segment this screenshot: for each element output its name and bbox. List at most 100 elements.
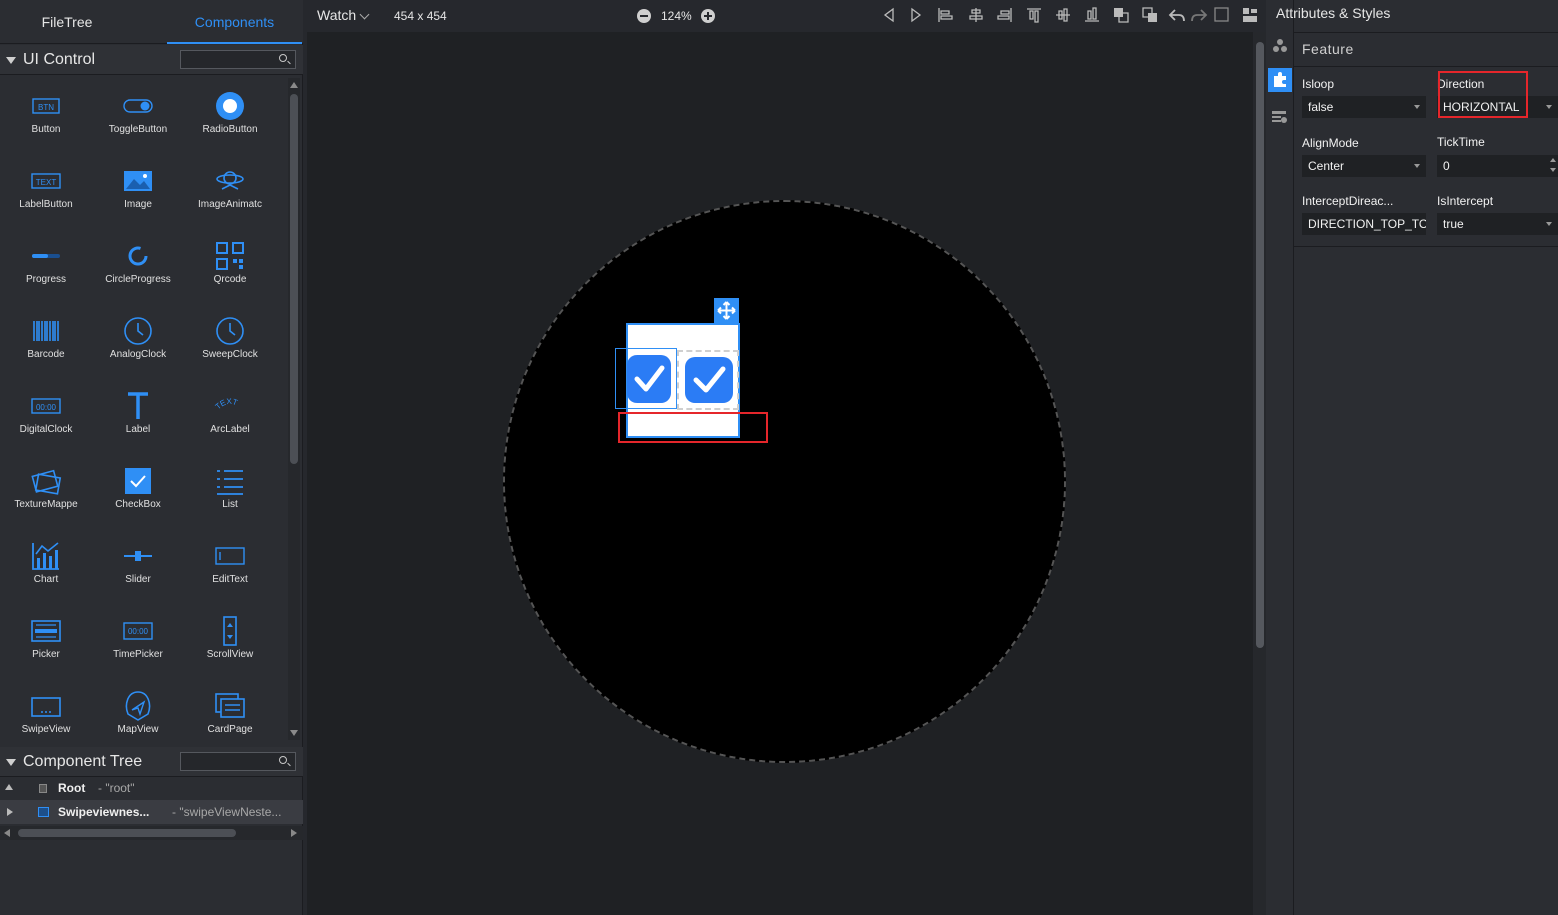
svg-text:00:00: 00:00 bbox=[128, 627, 149, 636]
image-animator-icon bbox=[216, 171, 244, 190]
undo-icon[interactable] bbox=[1168, 6, 1186, 24]
checkbox-icon[interactable] bbox=[625, 353, 673, 405]
palette-item-button[interactable]: BTN Button bbox=[0, 75, 92, 150]
palette-item-progress[interactable]: Progress bbox=[0, 225, 92, 300]
radio-icon bbox=[216, 92, 244, 120]
align-bottom-icon[interactable] bbox=[1083, 6, 1101, 24]
tree-row-root[interactable]: Root - "root" bbox=[0, 776, 303, 800]
palette-item-picker[interactable]: Picker bbox=[0, 600, 92, 675]
palette-item-barcode[interactable]: Barcode bbox=[0, 300, 92, 375]
palette-item-edittext[interactable]: EditText bbox=[184, 525, 276, 600]
palette-item-arclabel[interactable]: TEXT ArcLabel bbox=[184, 375, 276, 450]
scroll-thumb[interactable] bbox=[1256, 42, 1264, 648]
tab-filetree[interactable]: FileTree bbox=[0, 0, 134, 44]
palette-scrollbar[interactable] bbox=[288, 78, 300, 740]
divider bbox=[1294, 32, 1558, 33]
ui-control-search-input[interactable] bbox=[180, 50, 296, 69]
scroll-up-icon[interactable] bbox=[290, 82, 298, 88]
palette-item-radiobutton[interactable]: RadioButton bbox=[184, 75, 276, 150]
scroll-thumb[interactable] bbox=[18, 829, 236, 837]
checkbox-empty-icon[interactable] bbox=[1213, 6, 1231, 24]
send-back-icon[interactable] bbox=[1141, 6, 1159, 24]
scroll-left-icon[interactable] bbox=[4, 829, 10, 837]
palette-item-cardpage[interactable]: CardPage bbox=[184, 675, 276, 750]
next-icon[interactable] bbox=[907, 6, 925, 24]
checkbox-icon[interactable] bbox=[683, 355, 735, 405]
palette-item-scrollview[interactable]: ScrollView bbox=[184, 600, 276, 675]
tab-components[interactable]: Components bbox=[167, 0, 302, 44]
watch-screen[interactable] bbox=[505, 202, 1064, 761]
palette-item-labelbutton[interactable]: TEXT LabelButton bbox=[0, 150, 92, 225]
palette-item-sweepclock[interactable]: SweepClock bbox=[184, 300, 276, 375]
cardpage-icon bbox=[215, 693, 245, 718]
palette-item-circleprogress[interactable]: CircleProgress bbox=[92, 225, 184, 300]
palette-item-mapview[interactable]: MapView bbox=[92, 675, 184, 750]
interceptdirection-input[interactable]: DIRECTION_TOP_TO bbox=[1302, 213, 1426, 235]
tree-hscrollbar[interactable] bbox=[0, 826, 303, 840]
palette-item-label[interactable]: Label bbox=[92, 375, 184, 450]
clock-icon bbox=[216, 317, 244, 345]
align-right-icon[interactable] bbox=[996, 6, 1014, 24]
component-icon[interactable] bbox=[1272, 38, 1288, 54]
palette-item-image[interactable]: Image bbox=[92, 150, 184, 225]
prev-icon[interactable] bbox=[880, 6, 898, 24]
canvas-scrollbar[interactable] bbox=[1254, 32, 1266, 915]
palette-item-timepicker[interactable]: 00:00 TimePicker bbox=[92, 600, 184, 675]
palette-item-checkbox[interactable]: CheckBox bbox=[92, 450, 184, 525]
scrollview-icon bbox=[223, 616, 237, 646]
divider bbox=[1294, 246, 1558, 247]
palette-item-texturemappe[interactable]: TextureMappe bbox=[0, 450, 92, 525]
chevron-down-icon[interactable] bbox=[359, 9, 370, 20]
tree-row-swipeview[interactable]: Swipeviewnes... - "swipeViewNeste... bbox=[0, 800, 303, 824]
bring-front-icon[interactable] bbox=[1112, 6, 1130, 24]
circle-progress-icon bbox=[128, 246, 148, 266]
stepper-up-icon[interactable] bbox=[1550, 158, 1556, 162]
redo-icon[interactable] bbox=[1190, 6, 1208, 24]
stepper-down-icon[interactable] bbox=[1550, 168, 1556, 172]
scroll-down-icon[interactable] bbox=[290, 730, 298, 736]
palette-item-digitalclock[interactable]: 00:00 DigitalClock bbox=[0, 375, 92, 450]
expand-up-icon[interactable] bbox=[5, 784, 13, 790]
alignmode-select[interactable]: Center bbox=[1302, 155, 1426, 177]
palette-item-slider[interactable]: Slider bbox=[92, 525, 184, 600]
layout-icon[interactable] bbox=[1241, 6, 1259, 24]
expand-right-icon[interactable] bbox=[7, 808, 13, 816]
ticktime-value: 0 bbox=[1443, 159, 1450, 173]
align-left-icon[interactable] bbox=[936, 6, 954, 24]
barcode-icon bbox=[33, 321, 59, 341]
design-canvas[interactable] bbox=[307, 32, 1253, 915]
move-handle[interactable] bbox=[714, 298, 739, 323]
tree-node-id: - "swipeViewNeste... bbox=[172, 805, 282, 819]
collapse-icon[interactable] bbox=[6, 57, 16, 64]
style-icon[interactable] bbox=[1271, 110, 1288, 124]
ui-control-header[interactable]: UI Control bbox=[0, 45, 303, 75]
palette-item-swipeview[interactable]: SwipeView bbox=[0, 675, 92, 750]
ticktime-input[interactable]: 0 bbox=[1437, 155, 1558, 177]
isloop-select[interactable]: false bbox=[1302, 96, 1426, 118]
palette-item-imageanimatc[interactable]: ImageAnimatc bbox=[184, 150, 276, 225]
zoom-out-icon[interactable] bbox=[637, 9, 651, 23]
move-icon[interactable] bbox=[714, 298, 739, 323]
palette-item-label: EditText bbox=[212, 574, 248, 585]
palette-item-togglebutton[interactable]: ToggleButton bbox=[92, 75, 184, 150]
palette-item-chart[interactable]: Chart bbox=[0, 525, 92, 600]
align-center-icon[interactable] bbox=[967, 6, 985, 24]
zoom-in-icon[interactable] bbox=[701, 9, 715, 23]
scroll-thumb[interactable] bbox=[290, 94, 298, 464]
root-node-icon bbox=[39, 784, 47, 793]
align-top-icon[interactable] bbox=[1025, 6, 1043, 24]
palette-item-qrcode[interactable]: Qrcode bbox=[184, 225, 276, 300]
palette-item-list[interactable]: List bbox=[184, 450, 276, 525]
component-tree-header[interactable]: Component Tree bbox=[0, 747, 303, 777]
device-select[interactable]: Watch bbox=[317, 7, 356, 23]
align-middle-icon[interactable] bbox=[1054, 6, 1072, 24]
progress-icon bbox=[32, 254, 60, 258]
palette-item-label: MapView bbox=[117, 724, 159, 735]
isintercept-select[interactable]: true bbox=[1437, 213, 1558, 235]
scroll-right-icon[interactable] bbox=[291, 829, 297, 837]
texture-icon bbox=[31, 469, 62, 495]
collapse-icon[interactable] bbox=[6, 759, 16, 766]
palette-item-analogclock[interactable]: AnalogClock bbox=[92, 300, 184, 375]
feature-tab[interactable] bbox=[1268, 68, 1292, 92]
component-tree-search-input[interactable] bbox=[180, 752, 296, 771]
